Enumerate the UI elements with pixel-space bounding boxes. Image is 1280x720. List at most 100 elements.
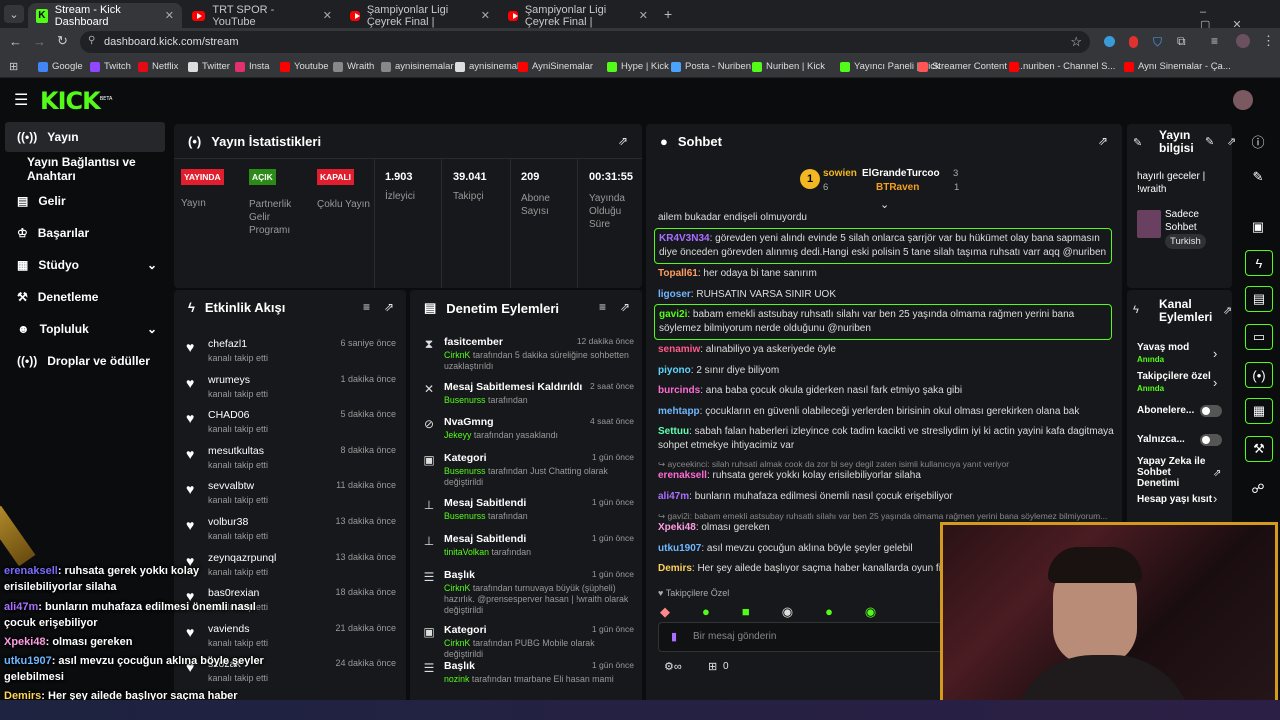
sidebar-item-gelir[interactable]: ▤ Gelir (5, 186, 165, 216)
layout-icon[interactable]: ▦ (1245, 398, 1273, 424)
category-name[interactable]: Sadece Sohbet (1165, 208, 1225, 234)
bookmark-item[interactable]: aynisinemalar (381, 61, 454, 72)
chat-username[interactable]: gavi2i (659, 309, 687, 320)
gift-icon[interactable]: ⊞ (708, 660, 717, 673)
expand-leaderboard-icon[interactable]: ⌄ (880, 198, 889, 211)
activity-item[interactable]: ♥ volbur38 kanalı takip etti 13 dakika önce (186, 516, 396, 552)
chat-message[interactable]: ali47m: bunların muhafaza edilmesi öneml… (658, 490, 1118, 504)
external-link-icon[interactable]: ⇗ (1213, 468, 1221, 479)
top-gifter-name[interactable]: sowien (823, 168, 857, 179)
chat-username[interactable]: Settuu (658, 426, 689, 437)
media-icon[interactable]: ≡ (1211, 34, 1218, 48)
action-followers-only[interactable]: Takipçilere özel Anında (1137, 371, 1211, 393)
screen-icon[interactable]: ▣ (1242, 212, 1274, 242)
url-field[interactable]: ⚲ dashboard.kick.com/stream ☆ (80, 31, 1090, 53)
forward-icon[interactable]: → (33, 34, 46, 49)
kick-logo[interactable]: KICKBETA (40, 87, 112, 115)
extension-icon[interactable] (1104, 36, 1115, 47)
chat-message[interactable]: mehtapp: çocukların en güvenli olabilece… (658, 405, 1118, 419)
chevron-right-icon[interactable]: › (1213, 346, 1217, 361)
hamburger-menu-icon[interactable]: ☰ (14, 90, 28, 110)
action-slow-mode[interactable]: Yavaş mod Anında (1137, 342, 1189, 364)
emote-icon[interactable]: ◆ (660, 604, 670, 622)
chat-username[interactable]: mehtapp (658, 406, 700, 417)
chevron-right-icon[interactable]: › (1213, 491, 1217, 506)
microphone-icon[interactable]: ▮ (671, 630, 677, 643)
activity-item[interactable]: ♥ chefazl1 kanalı takip etti 6 saniye önce (186, 338, 396, 374)
sidebar-item-yayin-baglantisi[interactable]: Yayın Bağlantısı ve Anahtarı (5, 154, 175, 184)
new-tab-icon[interactable]: + (664, 6, 672, 22)
hammer-icon[interactable]: ⚒ (1245, 436, 1273, 462)
edit-icon[interactable]: ✎ (1205, 135, 1214, 148)
activity-item[interactable]: ♥ sevvalbtw kanalı takip etti 11 dakika önc… (186, 480, 396, 516)
popout-icon[interactable]: ⇗ (1223, 304, 1232, 317)
chat-message[interactable]: Settuu: sabah falan haberleri izleyince … (658, 425, 1118, 453)
chat-message[interactable]: senamiw: alınabiliyo ya askeriyede öyle (658, 343, 1118, 357)
filter-icon[interactable]: ≡ (599, 300, 606, 314)
user-avatar[interactable] (1233, 90, 1253, 110)
chat-message[interactable]: KR4V3N34: görevden yeni alındı evinde 5 … (654, 228, 1112, 264)
close-icon[interactable]: ✕ (639, 9, 648, 22)
extensions-icon[interactable]: ⧉ (1177, 34, 1186, 49)
sidebar-item-droplar[interactable]: ((•)) Droplar ve ödüller (5, 346, 165, 376)
bookmark-item[interactable]: Netflix (138, 61, 178, 72)
chat-username[interactable]: Topall61 (658, 268, 698, 279)
top-gifter-name[interactable]: ElGrandeTurcoo (862, 168, 940, 179)
close-icon[interactable]: ✕ (323, 9, 332, 22)
tab-trt-spor[interactable]: TRT SPOR - YouTube ✕ (184, 3, 340, 28)
chat-username[interactable]: piyono (658, 365, 691, 376)
chat-username[interactable]: Xpeki48 (658, 522, 696, 533)
chat-username[interactable]: Demirs (658, 563, 692, 574)
popout-icon[interactable]: ⇗ (620, 300, 630, 314)
edit-icon[interactable]: ✎ (1242, 162, 1274, 192)
popout-icon[interactable]: ⇗ (1098, 134, 1108, 148)
chat-icon[interactable]: ▭ (1245, 324, 1273, 350)
menu-kebab-icon[interactable]: ⋮ (1262, 33, 1275, 49)
settings-icon[interactable]: ⚙∞ (664, 660, 682, 673)
document-icon[interactable]: ▤ (1245, 286, 1273, 312)
activity-item[interactable]: ♥ wrumeys kanalı takip etti 1 dakika önce (186, 374, 396, 410)
category-thumbnail[interactable] (1137, 210, 1161, 238)
popout-icon[interactable]: ⇗ (384, 300, 394, 314)
community-icon[interactable]: ☍ (1242, 474, 1274, 504)
chat-username[interactable]: erenaksell (658, 470, 707, 481)
extension-icon[interactable] (1129, 36, 1138, 48)
close-icon[interactable]: ✕ (481, 9, 490, 22)
profile-avatar[interactable] (1236, 34, 1250, 48)
bookmark-item[interactable]: Twitch (90, 61, 131, 72)
chat-username[interactable]: ligoser (658, 289, 691, 300)
chat-message[interactable]: erenaksell: ruhsata gerek yokkı kolay er… (658, 469, 1118, 483)
sidebar-item-yayin[interactable]: ((•)) Yayın (5, 122, 165, 152)
chat-username[interactable]: utku1907 (658, 543, 701, 554)
filter-icon[interactable]: ≡ (363, 300, 370, 314)
bookmark-item[interactable]: nuriben - Channel S... (1009, 61, 1115, 72)
tab-sampiyonlar-2[interactable]: Şampiyonlar Ligi Çeyrek Final | ✕ (500, 3, 656, 28)
tab-sampiyonlar-1[interactable]: Şampiyonlar Ligi Çeyrek Final | ✕ (342, 3, 498, 28)
sidebar-item-studyo[interactable]: ▦ Stüdyo ⌄ (5, 250, 165, 280)
emote-icon[interactable]: ● (825, 604, 833, 622)
shield-icon[interactable]: ⛉ (1153, 35, 1162, 50)
chat-username[interactable]: senamiw (658, 344, 700, 355)
action-account-age[interactable]: Hesap yaşı kısıt (1137, 494, 1212, 505)
sidebar-item-topluluk[interactable]: ☻ Topluluk ⌄ (5, 314, 165, 344)
popout-icon[interactable]: ⇗ (618, 134, 628, 148)
emote-icon[interactable]: ◉ (865, 604, 876, 622)
bookmark-star-icon[interactable]: ☆ (1070, 34, 1082, 50)
apps-grid-icon[interactable]: ⊞ (9, 60, 18, 73)
chat-message[interactable]: ligoser: RUHSATIN VARSA SINIR UOK (658, 288, 1118, 302)
chat-username[interactable]: KR4V3N34 (659, 233, 710, 244)
sidebar-item-basarilar[interactable]: ♔ Başarılar (5, 218, 165, 248)
bookmark-item[interactable]: Wraith (333, 61, 374, 72)
bookmark-item[interactable]: Posta - Nuriben (671, 61, 751, 72)
action-ai-moderation[interactable]: Yapay Zeka ile Sohbet Denetimi (1137, 456, 1207, 489)
tab-search-button[interactable]: ⌄ (4, 5, 24, 23)
chat-message[interactable]: ailem bukadar endişeli olmuyordu (658, 211, 1118, 225)
lightning-icon[interactable]: ϟ (1245, 250, 1273, 276)
bookmark-item[interactable]: Insta (235, 61, 270, 72)
chat-message[interactable]: burcinds: ana baba çocuk okula giderken … (658, 384, 1118, 398)
info-icon[interactable]: ⓘ (1242, 126, 1274, 156)
emotes-only-toggle[interactable] (1200, 434, 1222, 446)
chat-message[interactable]: gavi2i: babam emekli astsubay ruhsatlı s… (654, 304, 1112, 340)
chat-username[interactable]: burcinds (658, 385, 700, 396)
chat-username[interactable]: ali47m (658, 491, 689, 502)
